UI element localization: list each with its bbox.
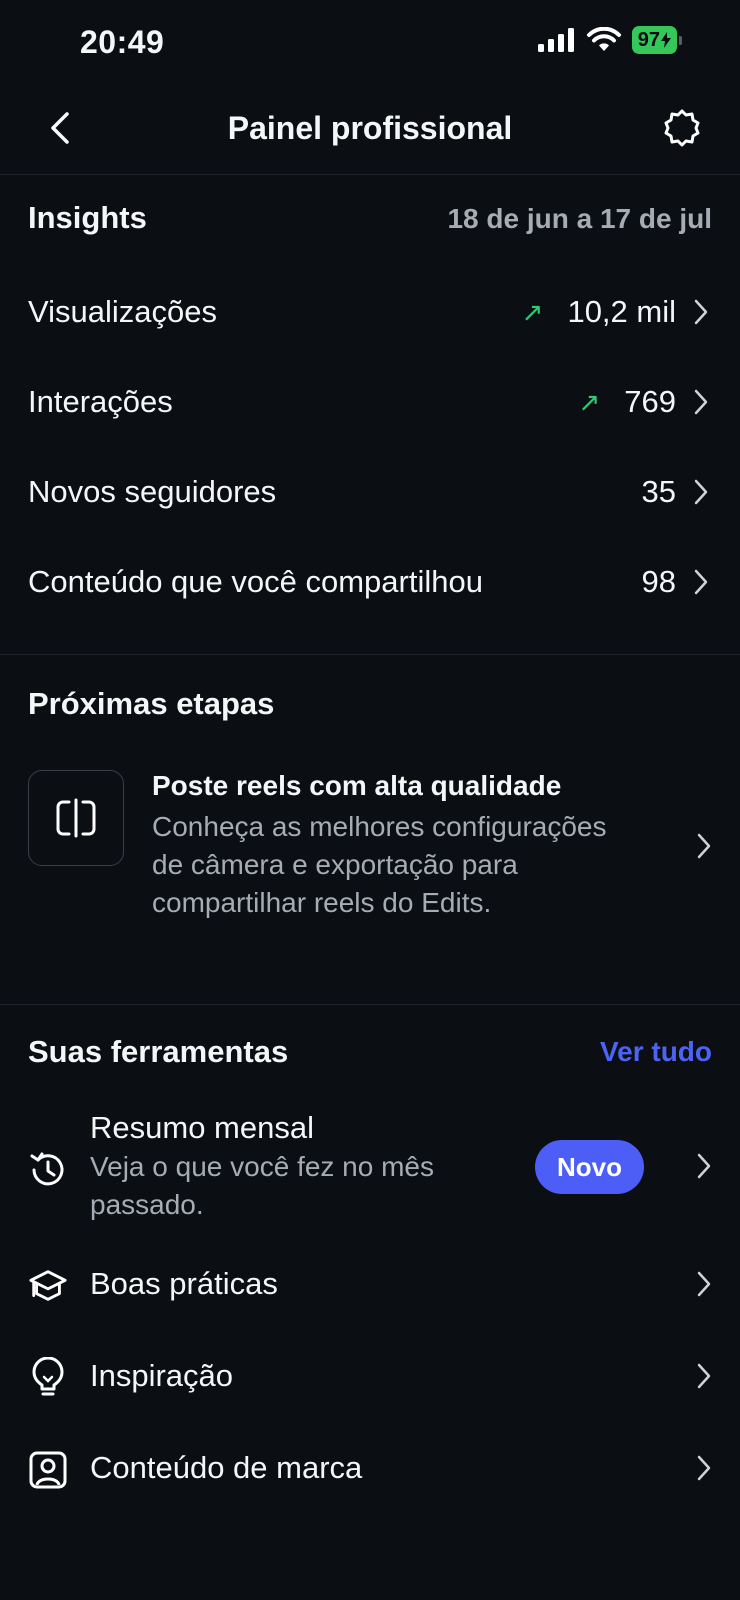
insights-title: Insights — [28, 200, 147, 235]
battery-percent: 97 — [637, 29, 660, 51]
insight-label: Visualizações — [28, 294, 217, 329]
tool-item-best-practices[interactable]: Boas práticas — [0, 1256, 740, 1316]
chevron-left-icon — [51, 112, 69, 144]
next-step-card[interactable]: Poste reels com alta qualidade Conheça a… — [0, 750, 740, 960]
insight-row-new-followers[interactable]: Novos seguidores 35 — [0, 448, 740, 536]
section-divider — [0, 1004, 740, 1005]
charging-bolt-icon — [661, 32, 671, 48]
lightbulb-icon — [28, 1357, 68, 1398]
graduation-cap-icon — [28, 1266, 68, 1306]
gear-icon — [664, 109, 700, 147]
insight-row-interactions[interactable]: Interações ↗ 769 — [0, 358, 740, 446]
chevron-right-icon — [690, 296, 712, 328]
next-steps-title: Próximas etapas — [28, 686, 275, 721]
insight-value: 769 — [624, 384, 676, 419]
battery-cap — [679, 35, 682, 45]
insight-row-content-shared[interactable]: Conteúdo que você compartilhou 98 — [0, 538, 740, 626]
section-divider — [0, 654, 740, 655]
navigation-header: Painel profissional — [0, 88, 740, 175]
battery-indicator: 97 — [631, 26, 682, 54]
tool-item-inspiration[interactable]: Inspiração — [0, 1348, 740, 1408]
tool-label: Inspiração — [90, 1358, 234, 1393]
tool-label: Boas práticas — [90, 1266, 278, 1301]
insights-date-range: 18 de jun a 17 de jul — [447, 203, 712, 234]
insight-value: 98 — [641, 564, 676, 599]
insight-label: Conteúdo que você compartilhou — [28, 564, 483, 599]
insight-value: 35 — [641, 474, 676, 509]
page-title: Painel profissional — [227, 110, 513, 146]
insight-row-views[interactable]: Visualizações ↗ 10,2 mil — [0, 268, 740, 356]
chevron-right-icon — [690, 476, 712, 508]
chevron-right-icon — [690, 566, 712, 598]
tool-label: Conteúdo de marca — [90, 1450, 363, 1485]
tool-label: Resumo mensal — [90, 1110, 314, 1145]
next-step-title: Poste reels com alta qualidade — [152, 770, 562, 801]
wifi-icon — [586, 27, 621, 51]
chevron-right-icon — [690, 386, 712, 418]
insight-value: 10,2 mil — [567, 294, 676, 329]
trend-up-icon: ↗ — [578, 386, 601, 417]
see-all-link[interactable]: Ver tudo — [600, 1036, 712, 1068]
chevron-right-icon — [696, 1454, 712, 1487]
status-bar: 20:49 97 — [0, 0, 740, 88]
tool-item-monthly-summary[interactable]: Resumo mensal Veja o que você fez no mês… — [0, 1110, 740, 1230]
signal-icon — [537, 28, 574, 52]
history-clock-icon — [28, 1150, 68, 1190]
chevron-right-icon — [696, 832, 712, 865]
chevron-right-icon — [696, 1362, 712, 1395]
new-badge: Novo — [535, 1140, 644, 1194]
chevron-right-icon — [696, 1270, 712, 1303]
settings-button[interactable] — [654, 100, 710, 156]
insight-label: Interações — [28, 384, 173, 419]
status-icons: 97 — [537, 26, 682, 54]
reels-icon-box — [28, 770, 124, 866]
tool-subtitle: Veja o que você fez no mês passado. — [90, 1151, 434, 1220]
reels-edit-icon — [56, 798, 96, 838]
trend-up-icon: ↗ — [521, 296, 544, 327]
status-time: 20:49 — [80, 24, 165, 60]
insight-label: Novos seguidores — [28, 474, 277, 509]
tool-item-branded-content[interactable]: Conteúdo de marca — [0, 1440, 740, 1500]
tools-title: Suas ferramentas — [28, 1034, 289, 1069]
chevron-right-icon — [696, 1152, 712, 1185]
back-button[interactable] — [34, 102, 86, 154]
battery-level: 97 — [631, 26, 677, 54]
next-step-description: Conheça as melhores configurações de câm… — [152, 811, 607, 918]
brand-profile-icon — [28, 1450, 68, 1490]
